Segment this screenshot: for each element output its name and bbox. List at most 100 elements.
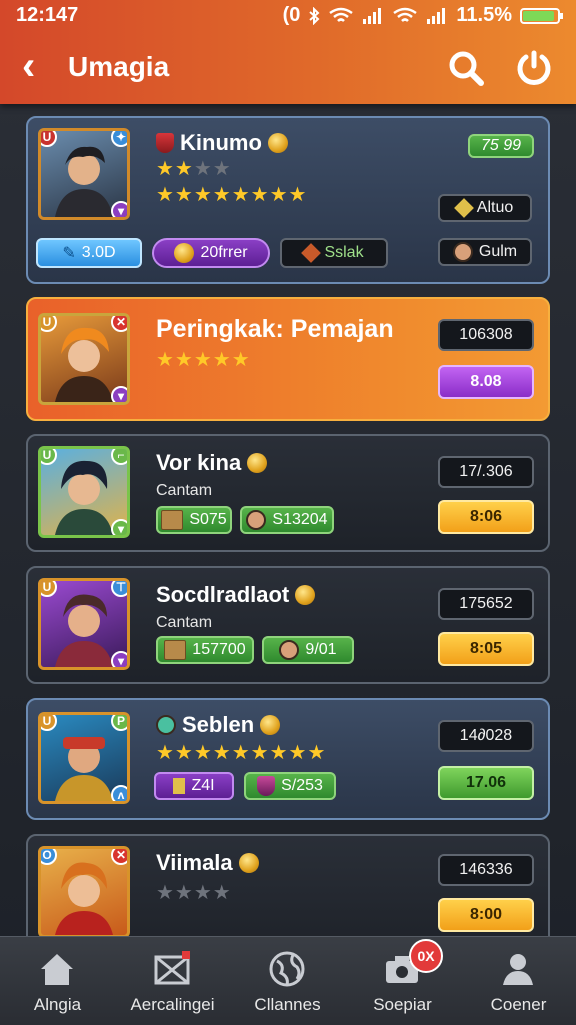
face-icon [246,510,267,530]
action-button[interactable]: 8.08 [438,365,534,399]
class-badge-icon: ⊤ [111,581,127,597]
face-icon [452,242,473,262]
signal-text: (0 [282,4,301,26]
player-subtitle: Cantam [156,614,213,631]
action-button[interactable]: 8:00 [438,898,534,932]
chip-tickets: Z4I [154,772,234,800]
crystal-icon [301,243,322,263]
player-avatar: U P ʌ [38,712,130,804]
player-card-5[interactable]: U P ʌ Seblen ★★★★★★★★★ Z4I S/253 14∂028 … [26,698,550,820]
ticket-icon [173,778,186,794]
battery-percent: 11.5% [456,4,512,26]
power-icon[interactable] [514,48,554,88]
player-name: Vor kina [156,450,268,476]
back-arrow-icon[interactable]: ‹ [22,44,35,88]
star-rating: ★★★★ [156,882,232,904]
stat-altuo: Altuo [438,194,532,222]
chip-crates: S075 [156,506,232,534]
guild-emblem-icon [156,715,176,735]
player-card-1[interactable]: U ✦ ▾ Kinumo ★★★★ ★★★★★★★★ 75 99 Altuo G… [26,116,550,284]
player-card-2[interactable]: U ✕ ▾ Peringkak: Pemajan ★★★★★ 106308 8.… [26,297,550,421]
score-box: 17/.306 [438,456,534,488]
level-badge-icon: ▾ [111,519,127,535]
nav-item-home[interactable]: Alngia [0,937,115,1025]
player-avatar: U ⊤ ▾ [38,578,130,670]
player-avatar: U ✦ ▾ [38,128,130,220]
face-icon [279,640,300,660]
chip-sslak[interactable]: Sslak [280,238,388,268]
score-box: 146336 [438,854,534,886]
star-rating: ★★★★★ [156,349,251,371]
class-badge-icon: ⌐ [111,449,127,465]
gem-icon [453,198,474,218]
action-button[interactable]: 17.06 [438,766,534,800]
class-badge-icon: ✦ [111,131,127,147]
battery-icon [520,7,563,24]
class-badge-icon: P [111,715,127,731]
notification-badge: 0X [409,939,443,973]
coin-icon [295,585,316,605]
nav-item-rankings[interactable]: Aercalingei [115,937,230,1025]
clan-shield-icon [156,133,174,153]
stat-gulm: Gulm [438,238,532,266]
chip-power[interactable]: ✎ 3.0D [36,238,142,268]
cell-signal-icon [363,7,382,24]
score-box: 175652 [438,588,534,620]
nav-item-camera[interactable]: 0X Soepiar [345,937,460,1025]
coin-icon [174,243,195,263]
shard-icon [257,776,276,796]
star-rating: ★★★★★★★★★ [156,742,327,764]
crate-icon [164,640,187,660]
nav-item-profile[interactable]: Coener [461,937,576,1025]
action-button[interactable]: 8:05 [438,632,534,666]
coin-icon [247,453,268,473]
chip-shards: S/253 [244,772,336,800]
player-avatar: U ✕ ▾ [38,313,130,405]
status-bar: 12:147 (0 11.5% [0,0,576,32]
player-name: Peringkak: Pemajan [156,315,394,343]
level-badge-icon: ▾ [111,651,127,667]
player-card-4[interactable]: U ⊤ ▾ Socdlradlaot Cantam 157700 9/01 17… [26,566,550,684]
score-box: 14∂028 [438,720,534,752]
search-icon[interactable] [446,48,486,88]
score-box: 106308 [438,319,534,351]
score-badge: 75 99 [468,134,534,158]
app-header: ‹ Umagia [0,34,576,100]
action-button[interactable]: 8:06 [438,500,534,534]
user-icon [503,954,533,985]
class-badge-icon: ✕ [111,316,127,332]
status-right: (0 11.5% [282,4,563,27]
chip-crates: 157700 [156,636,254,664]
crate-icon [161,510,184,530]
chip-followers: S13204 [240,506,334,534]
home-icon [41,954,73,985]
top-header-band: 12:147 (0 11.5% ‹ Umagia [0,0,576,104]
globe-icon [269,951,305,987]
flag-icon [154,951,190,985]
level-badge-icon: ʌ [111,785,127,801]
player-avatar: U ⌐ ▾ [38,446,130,538]
bluetooth-icon [309,6,320,25]
coin-icon [267,133,288,153]
player-name: Socdlradlaot [156,582,316,608]
player-card-3[interactable]: U ⌐ ▾ Vor kina Cantam S075 S13204 17/.30… [26,434,550,552]
level-badge-icon: ▾ [111,386,127,402]
level-badge-icon: ▾ [111,201,127,217]
nav-item-clans[interactable]: Cllannes [230,937,345,1025]
wifi-icon-2 [393,7,418,22]
bottom-nav: Alngia Aercalingei Cllannes 0X Soepiar C… [0,936,576,1025]
page-title: Umagia [68,51,170,82]
star-rating: ★★★★ [156,158,232,180]
coin-icon [238,853,259,873]
player-name: Kinumo [156,130,288,156]
status-time: 12:147 [16,4,79,26]
coin-icon [260,715,281,735]
wifi-icon [329,7,354,22]
player-name: Seblen [156,712,281,738]
star-rating-secondary: ★★★★★★★★ [156,184,308,206]
chip-offer[interactable]: 20frrer [152,238,270,268]
class-badge-icon: ✕ [111,849,127,865]
cell-signal-icon-2 [427,7,446,24]
player-subtitle: Cantam [156,482,213,499]
player-name: Viimala [156,850,259,876]
